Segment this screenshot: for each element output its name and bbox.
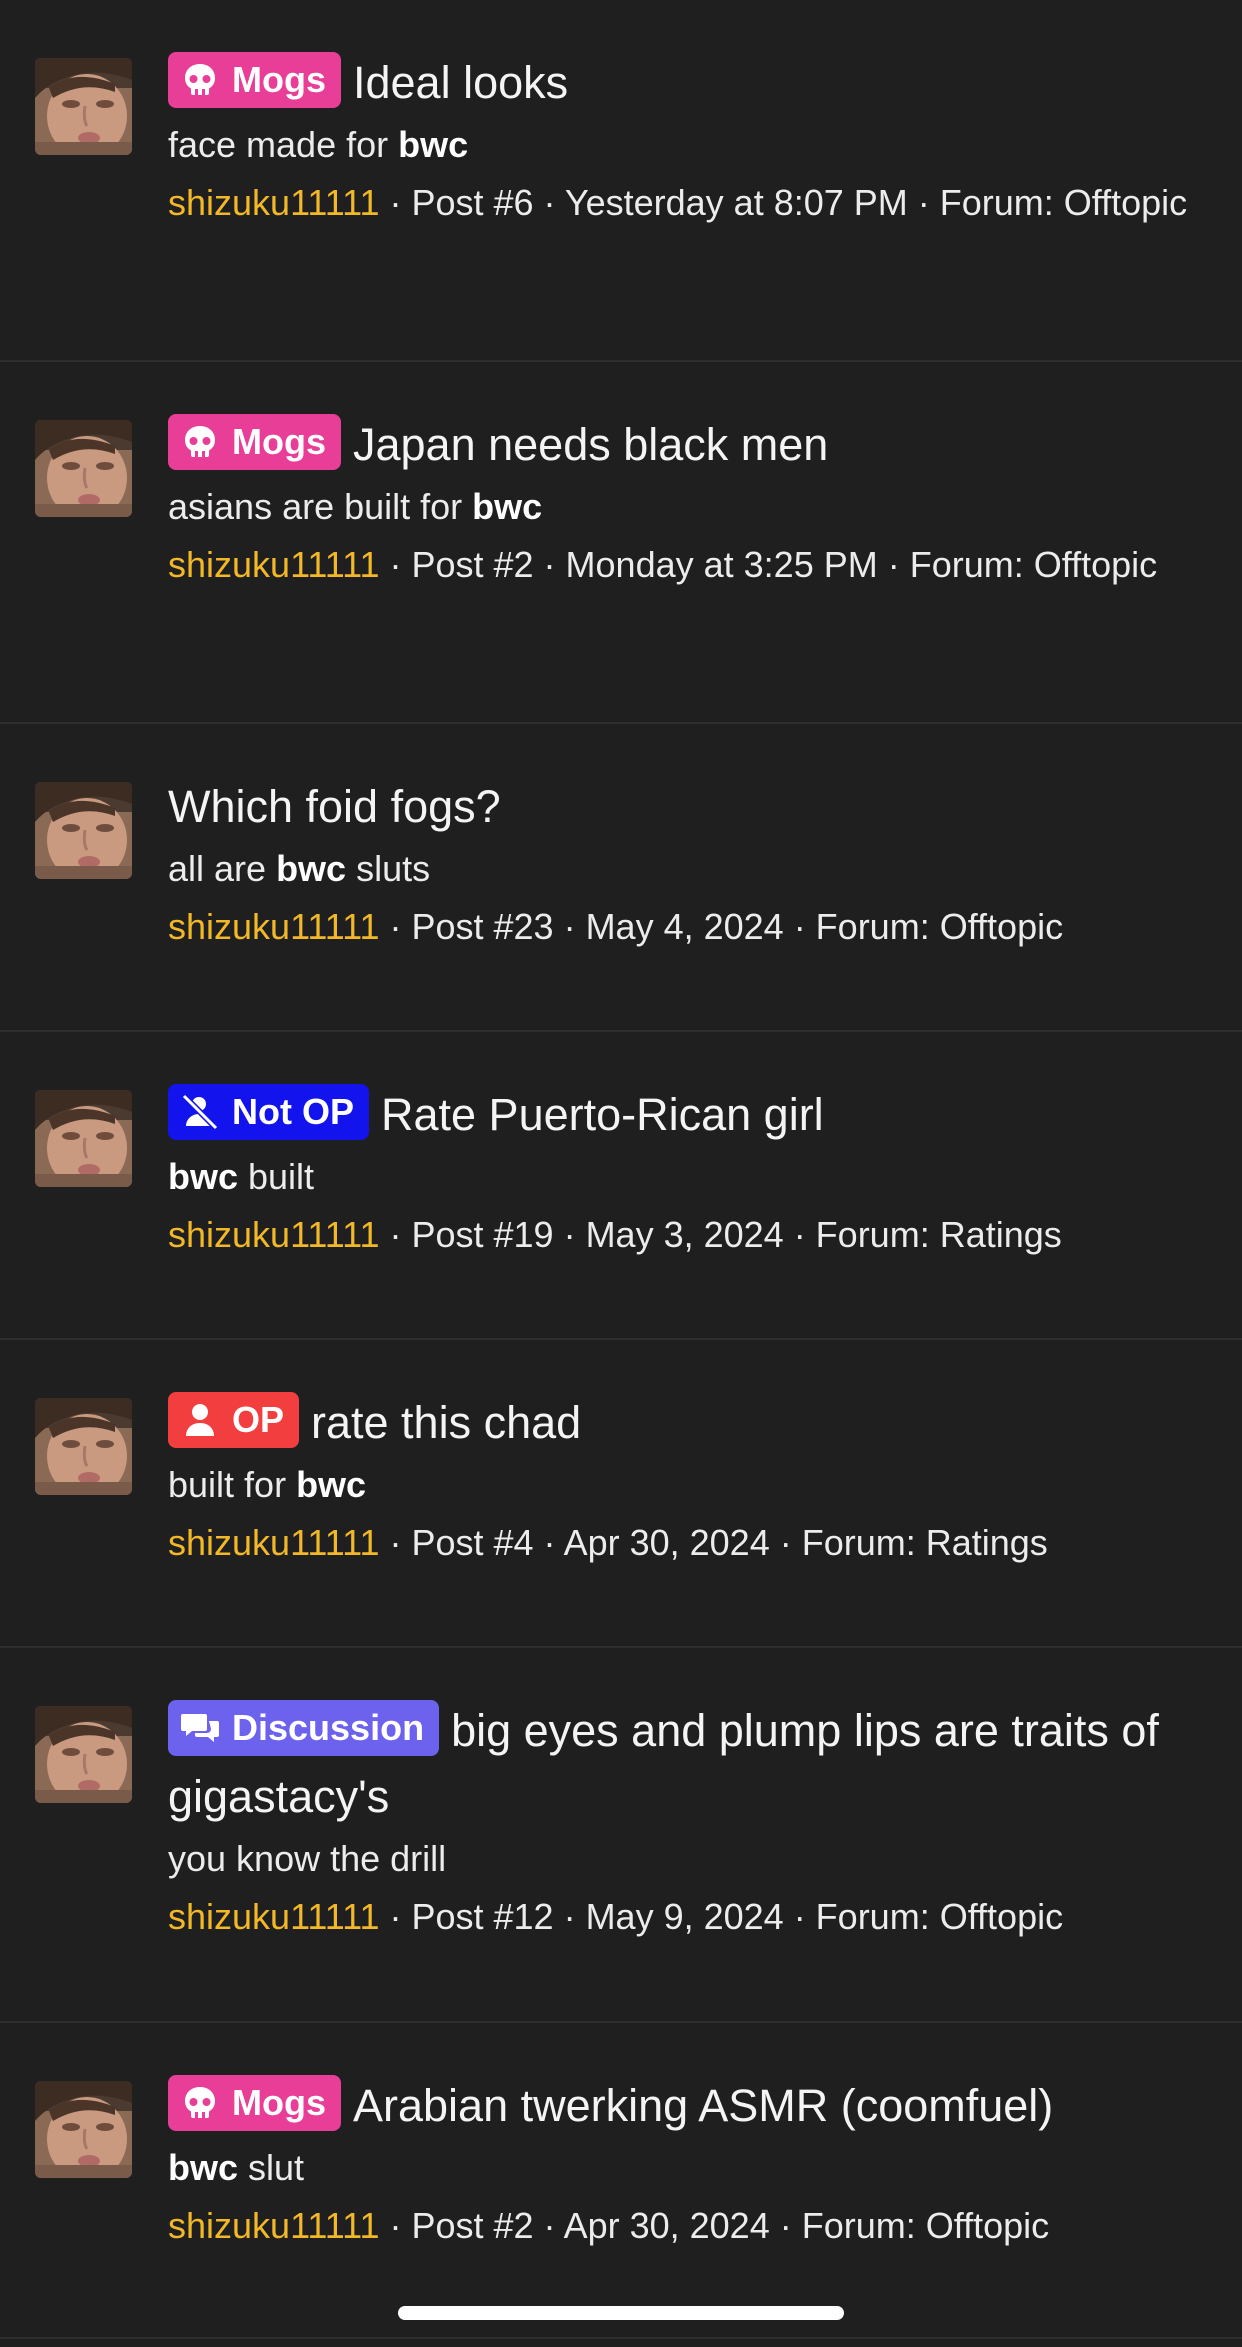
prefix-badge: OP [168,1392,300,1448]
user-icon [180,1400,220,1440]
chat-bubbles-icon [180,1708,220,1748]
prefix-badge: Mogs [168,2075,341,2131]
avatar[interactable] [35,782,132,879]
list-item[interactable]: Discussion big eyes and plump lips are tr… [0,1648,1242,2023]
skull-icon [180,2083,220,2123]
post-title[interactable]: Not OP Rate Puerto-Rican girl [168,1082,1202,1148]
post-meta-text: · Post #2 · Monday at 3:25 PM · Forum: O… [379,544,1158,585]
list-item[interactable]: OP rate this chad built for bwc shizuku11… [0,1340,1242,1648]
avatar[interactable] [35,1398,132,1495]
username-link[interactable]: shizuku11111 [168,182,379,223]
username-link[interactable]: shizuku11111 [168,2205,379,2246]
post-meta-text: · Post #23 · May 4, 2024 · Forum: Offtop… [379,906,1064,947]
avatar[interactable] [35,58,132,155]
post-meta: shizuku11111 · Post #19 · May 3, 2024 · … [168,1208,1202,1262]
home-indicator[interactable] [398,2306,844,2320]
thread-title[interactable]: Rate Puerto-Rican girl [381,1089,824,1140]
post-snippet: you know the drill [168,1838,447,1879]
username-link[interactable]: shizuku11111 [168,1522,379,1563]
post-snippet: asians are built for bwc [168,486,543,527]
post-snippet: all are bwc sluts [168,848,431,889]
post-meta: shizuku11111 · Post #4 · Apr 30, 2024 · … [168,1516,1202,1570]
prefix-badge: Discussion [168,1700,440,1756]
post-meta-text: · Post #12 · May 9, 2024 · Forum: Offtop… [379,1896,1064,1937]
post-title[interactable]: Mogs Arabian twerking ASMR (coomfuel) [168,2073,1202,2139]
post-snippet: bwc slut [168,2147,305,2188]
username-link[interactable]: shizuku11111 [168,1896,379,1937]
post-title[interactable]: Discussion big eyes and plump lips are tr… [168,1698,1202,1830]
post-title[interactable]: Mogs Japan needs black men [168,412,1202,478]
post-meta: shizuku11111 · Post #2 · Monday at 3:25 … [168,538,1202,592]
post-title[interactable]: Mogs Ideal looks [168,50,1202,116]
avatar[interactable] [35,2081,132,2178]
list-item[interactable]: Mogs Japan needs black men asians are bui… [0,362,1242,724]
list-item[interactable]: Mogs Arabian twerking ASMR (coomfuel) bwc… [0,2023,1242,2339]
post-title[interactable]: OP rate this chad [168,1390,1202,1456]
prefix-badge: Not OP [168,1084,369,1140]
avatar[interactable] [35,1090,132,1187]
skull-icon [180,422,220,462]
thread-title[interactable]: Arabian twerking ASMR (coomfuel) [353,2080,1053,2131]
post-meta-text: · Post #2 · Apr 30, 2024 · Forum: Offtop… [379,2205,1050,2246]
post-snippet: built for bwc [168,1464,367,1505]
search-results-list: Mogs Ideal looks face made for bwc shizuk… [0,0,1242,2339]
username-link[interactable]: shizuku11111 [168,906,379,947]
post-meta-text: · Post #4 · Apr 30, 2024 · Forum: Rating… [379,1522,1048,1563]
prefix-badge: Mogs [168,414,341,470]
post-snippet: bwc built [168,1156,315,1197]
post-title[interactable]: Which foid fogs? [168,774,1202,840]
thread-title[interactable]: Ideal looks [353,57,568,108]
user-slash-icon [180,1092,220,1132]
prefix-badge: Mogs [168,52,341,108]
avatar[interactable] [35,1706,132,1803]
post-meta: shizuku11111 · Post #23 · May 4, 2024 · … [168,900,1202,954]
username-link[interactable]: shizuku11111 [168,1214,379,1255]
post-snippet: face made for bwc [168,124,469,165]
skull-icon [180,60,220,100]
post-meta-text: · Post #6 · Yesterday at 8:07 PM · Forum… [379,182,1188,223]
thread-title[interactable]: Japan needs black men [353,419,828,470]
thread-title[interactable]: rate this chad [311,1397,581,1448]
list-item[interactable]: Not OP Rate Puerto-Rican girl bwc built s… [0,1032,1242,1340]
post-meta-text: · Post #19 · May 3, 2024 · Forum: Rating… [379,1214,1062,1255]
avatar[interactable] [35,420,132,517]
list-item[interactable]: Mogs Ideal looks face made for bwc shizuk… [0,0,1242,362]
list-item[interactable]: Which foid fogs? all are bwc sluts shizu… [0,724,1242,1032]
thread-title[interactable]: Which foid fogs? [168,781,501,832]
post-meta: shizuku11111 · Post #6 · Yesterday at 8:… [168,176,1202,230]
post-meta: shizuku11111 · Post #2 · Apr 30, 2024 · … [168,2199,1202,2253]
post-meta: shizuku11111 · Post #12 · May 9, 2024 · … [168,1890,1202,1944]
username-link[interactable]: shizuku11111 [168,544,379,585]
